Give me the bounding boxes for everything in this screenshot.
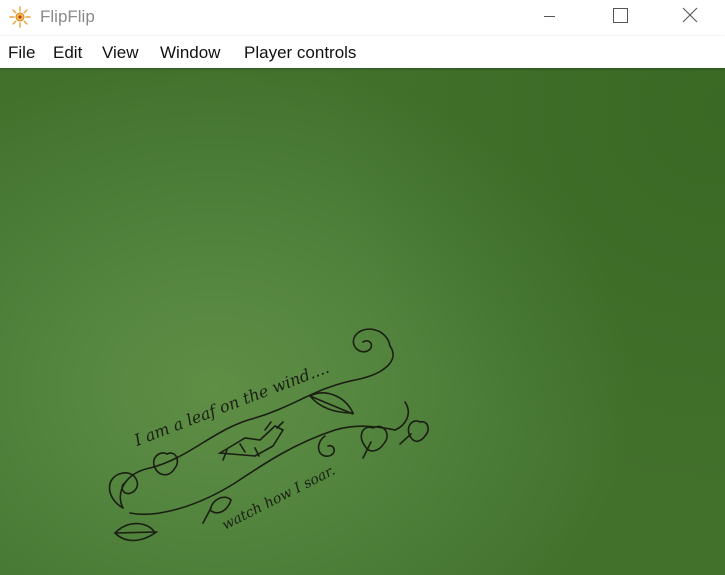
app-icon: [9, 6, 31, 28]
leaf-on-the-wind-artwork: I am a leaf on the wind.... watch how I …: [108, 328, 429, 542]
artwork-caption-2: watch how I soar.: [220, 463, 338, 534]
maximize-button[interactable]: [596, 0, 642, 32]
menu-file[interactable]: File: [8, 43, 35, 63]
menu-window[interactable]: Window: [160, 43, 220, 63]
close-icon: [682, 7, 698, 23]
close-button[interactable]: [667, 0, 713, 32]
menu-player-controls[interactable]: Player controls: [244, 43, 356, 63]
app-window: FlipFlip File Edit View Window Player co…: [0, 0, 725, 575]
minimize-button[interactable]: [526, 0, 572, 32]
menu-edit[interactable]: Edit: [53, 43, 82, 63]
menu-bar: File Edit View Window Player controls: [0, 36, 725, 68]
menu-view[interactable]: View: [102, 43, 139, 63]
maximize-icon: [613, 8, 628, 23]
minimize-icon: [544, 16, 555, 17]
artwork-caption-1: I am a leaf on the wind....: [131, 358, 332, 450]
title-bar[interactable]: FlipFlip: [0, 0, 725, 36]
player-image-area[interactable]: I am a leaf on the wind.... watch how I …: [0, 68, 725, 575]
window-title: FlipFlip: [40, 7, 95, 26]
